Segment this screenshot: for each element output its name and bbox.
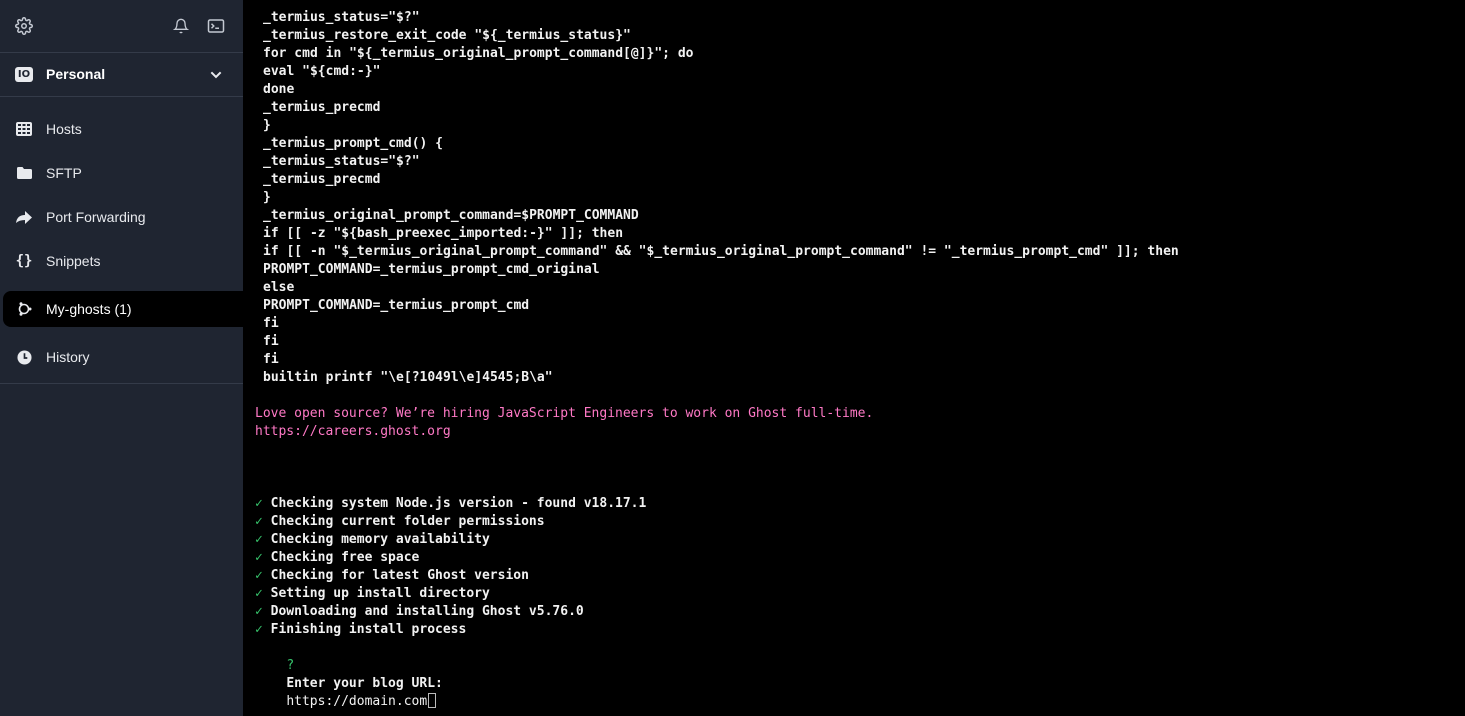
install-check-line: ✓ Setting up install directory <box>255 585 490 603</box>
install-check-line: ✓ Checking for latest Ghost version <box>255 567 529 585</box>
terminal-code-line: if [[ -n "$_termius_original_prompt_comm… <box>263 244 1179 259</box>
check-text: Checking free space <box>270 550 420 565</box>
terminal-code-line: _termius_precmd <box>263 100 381 115</box>
chevron-down-icon[interactable] <box>208 67 224 83</box>
braces-icon: {} <box>15 253 33 269</box>
check-icon: ✓ <box>255 604 263 619</box>
prompt-question: Enter your blog URL: <box>286 676 443 691</box>
install-check-line: ✓ Checking free space <box>255 549 419 567</box>
terminal-code-line: eval "${cmd:-}" <box>263 64 381 79</box>
check-text: Checking for latest Ghost version <box>270 568 529 583</box>
terminal-code-line: fi <box>263 334 279 349</box>
check-icon: ✓ <box>255 550 263 565</box>
sidebar-item-history[interactable]: History <box>0 337 243 377</box>
terminal-code-line: _termius_status="$?" <box>263 10 420 25</box>
gear-icon[interactable] <box>14 16 34 36</box>
vault-label: Personal <box>46 66 106 82</box>
sidebar-item-label: History <box>46 349 90 365</box>
terminal-code-line: PROMPT_COMMAND=_termius_prompt_cmd_origi… <box>263 262 600 277</box>
sidebar-item-hosts[interactable]: Hosts <box>0 109 243 149</box>
terminal-code-line: _termius_precmd <box>263 172 381 187</box>
vault-selector[interactable]: IO Personal <box>0 53 243 97</box>
blog-url-prompt[interactable]: ? Enter your blog URL: https://domain.co… <box>255 639 451 709</box>
terminal-code-line: _termius_prompt_cmd() { <box>263 136 444 151</box>
terminal-code-line: } <box>263 190 271 205</box>
terminal-code-line: _termius_status="$?" <box>263 154 420 169</box>
sidebar-divider <box>0 383 243 384</box>
ghost-banner-text: Love open source? We’re hiring JavaScrip… <box>255 406 874 421</box>
sidebar-topbar <box>0 0 243 53</box>
check-icon: ✓ <box>255 622 263 637</box>
check-text: Checking memory availability <box>270 532 490 547</box>
check-icon: ✓ <box>255 496 263 511</box>
check-icon: ✓ <box>255 568 263 583</box>
linux-ubuntu-icon <box>15 301 33 317</box>
ghost-careers-link[interactable]: https://careers.ghost.org <box>255 423 451 441</box>
clock-icon <box>15 349 33 365</box>
terminal-code-line: if [[ -z "${bash_preexec_imported:-}" ]]… <box>263 226 624 241</box>
check-text: Downloading and installing Ghost v5.76.0 <box>270 604 584 619</box>
folder-icon <box>15 165 33 181</box>
forward-arrow-icon <box>15 209 33 225</box>
terminal-code-line: PROMPT_COMMAND=_termius_prompt_cmd <box>263 298 530 313</box>
terminal-code-line: builtin printf "\e[?1049l\e]4545;B\a" <box>263 370 553 385</box>
blog-url-input[interactable]: https://domain.com <box>286 694 427 709</box>
install-check-line: ✓ Downloading and installing Ghost v5.76… <box>255 603 584 621</box>
sidebar-item-my-ghosts[interactable]: My-ghosts (1) <box>3 291 243 327</box>
terminal-code-line: for cmd in "${_termius_original_prompt_c… <box>263 46 694 61</box>
sidebar-item-label: My-ghosts (1) <box>46 301 132 317</box>
check-icon: ✓ <box>255 586 263 601</box>
sidebar-item-snippets[interactable]: {} Snippets <box>0 241 243 281</box>
sidebar-item-label: Port Forwarding <box>46 209 146 225</box>
sidebar-item-label: SFTP <box>46 165 82 181</box>
install-check-line: ✓ Checking system Node.js version - foun… <box>255 495 646 513</box>
prompt-marker: ? <box>286 658 295 673</box>
check-icon: ✓ <box>255 532 263 547</box>
vault-badge: IO <box>15 67 33 82</box>
check-icon: ✓ <box>255 514 263 529</box>
terminal-code-line: else <box>263 280 295 295</box>
check-text: Checking system Node.js version - found … <box>270 496 647 511</box>
install-check-line: ✓ Checking memory availability <box>255 531 490 549</box>
bell-icon[interactable] <box>171 16 191 36</box>
terminal-code-line: _termius_restore_exit_code "${_termius_s… <box>263 28 631 43</box>
sidebar-item-port-forwarding[interactable]: Port Forwarding <box>0 197 243 237</box>
sidebar-item-label: Snippets <box>46 253 101 269</box>
terminal-code-line: fi <box>263 316 279 331</box>
sidebar: IO Personal Hosts SFTP Port Forwarding {… <box>0 0 243 716</box>
hosts-grid-icon <box>15 121 33 137</box>
terminal-cursor <box>428 693 437 708</box>
terminal-code-line: done <box>263 82 295 97</box>
terminal-code-line: _termius_original_prompt_command=$PROMPT… <box>263 208 639 223</box>
terminal-code-line: } <box>263 118 271 133</box>
install-check-line: ✓ Checking current folder permissions <box>255 513 545 531</box>
check-text: Checking current folder permissions <box>270 514 545 529</box>
terminal-icon[interactable] <box>206 16 226 36</box>
terminal-output[interactable]: _termius_status="$?" _termius_restore_exi… <box>243 0 1465 716</box>
check-text: Finishing install process <box>270 622 467 637</box>
sidebar-item-label: Hosts <box>46 121 82 137</box>
sidebar-item-sftp[interactable]: SFTP <box>0 153 243 193</box>
check-text: Setting up install directory <box>270 586 490 601</box>
install-check-line: ✓ Finishing install process <box>255 621 466 639</box>
terminal-code-line: fi <box>263 352 279 367</box>
